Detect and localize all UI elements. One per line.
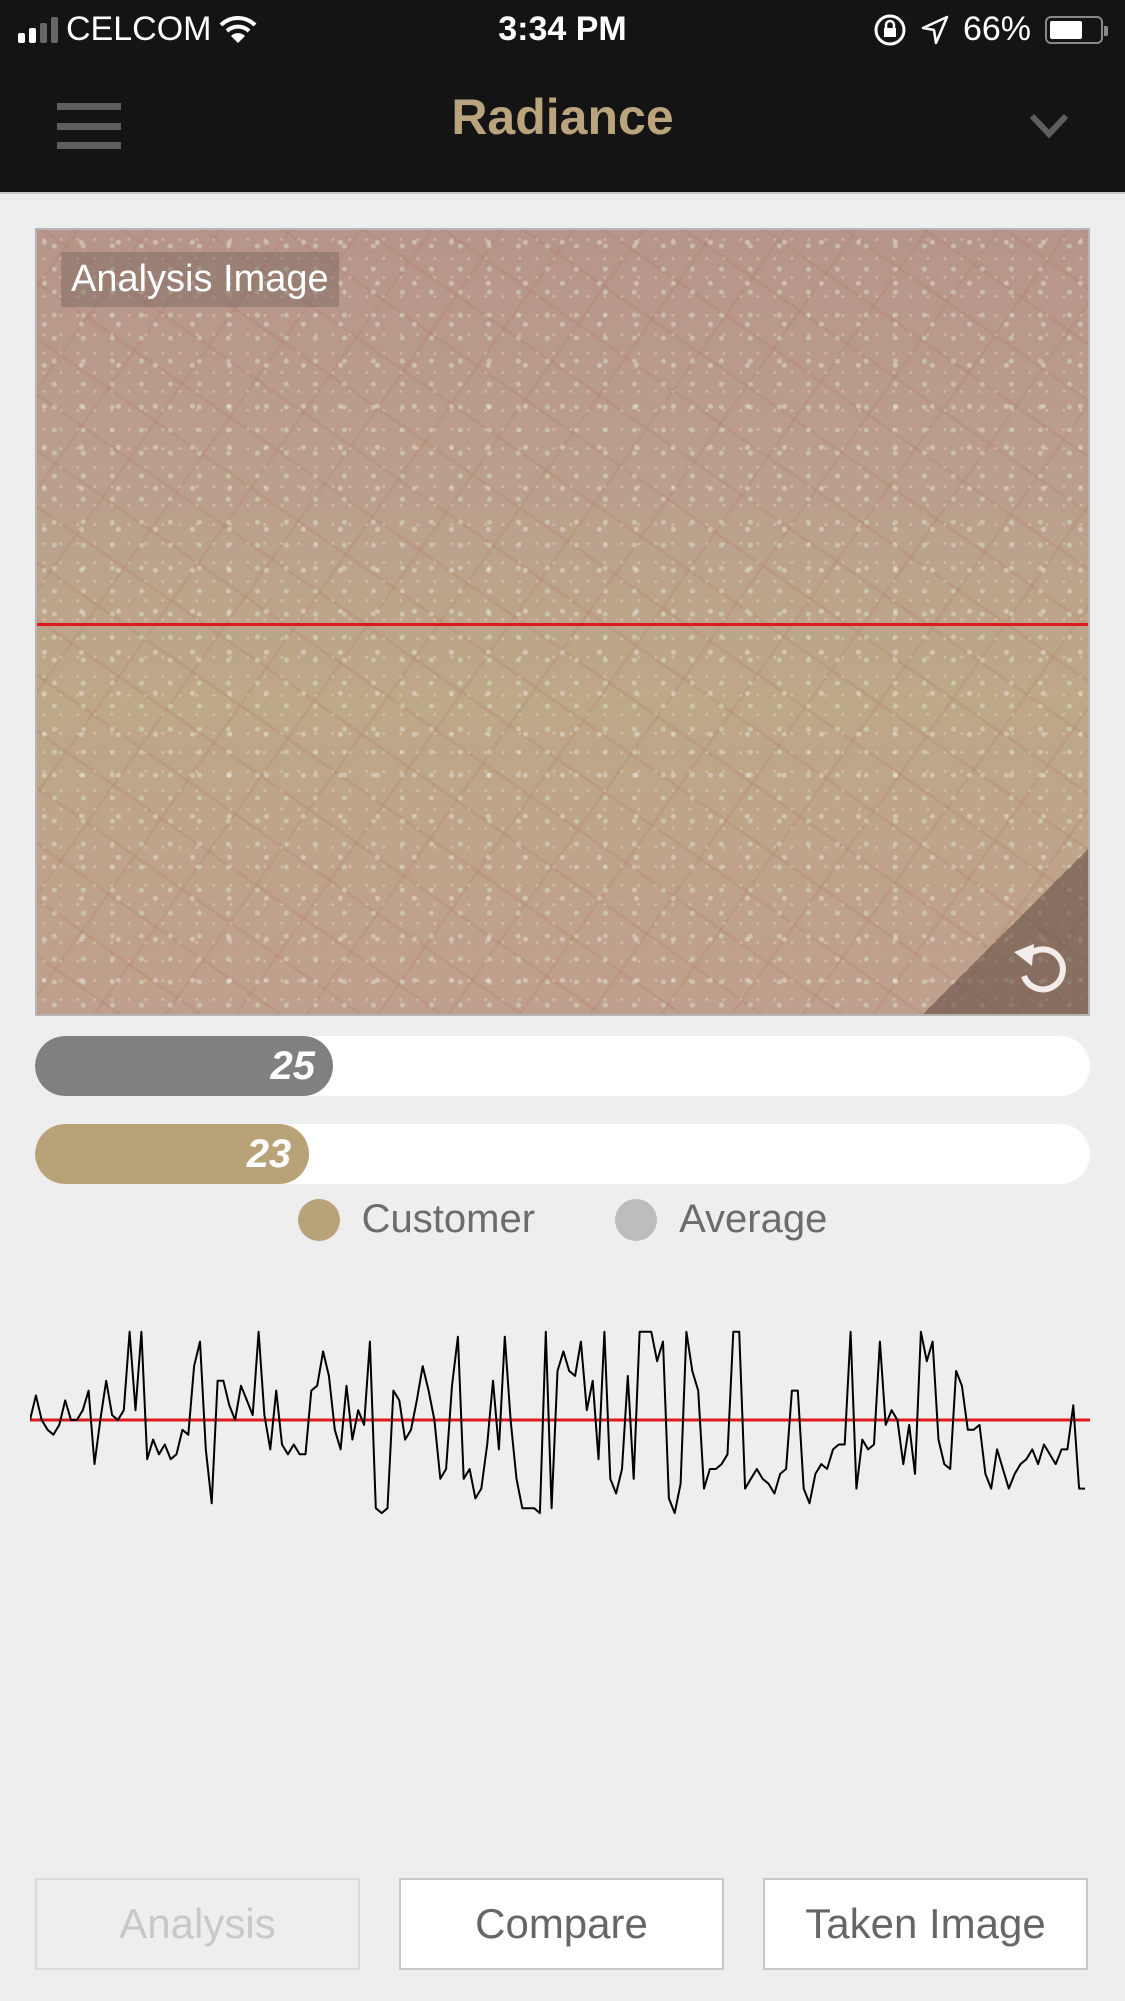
average-score-value: 25: [270, 1044, 316, 1088]
average-score-bar: 25: [35, 1036, 1090, 1096]
legend-item-average: Average: [615, 1197, 827, 1242]
analysis-button[interactable]: Analysis: [35, 1878, 360, 1970]
customer-score-value: 23: [246, 1132, 292, 1176]
radiance-profile-chart: [30, 1330, 1090, 1515]
customer-score-fill: 23: [35, 1124, 310, 1184]
compare-button[interactable]: Compare: [399, 1878, 724, 1970]
score-legend: Customer Average: [0, 1197, 1125, 1242]
scan-line: [37, 623, 1088, 626]
profile-series-line: [30, 1330, 1085, 1515]
status-bar: CELCOM 3:34 PM 66%: [0, 0, 1125, 60]
rotate-ccw-icon: [1014, 944, 1066, 993]
analysis-image-label: Analysis Image: [61, 252, 339, 307]
page-title: Radiance: [451, 89, 674, 145]
chevron-down-icon[interactable]: [1029, 110, 1069, 140]
legend-label: Customer: [361, 1197, 536, 1241]
rotate-button[interactable]: [923, 849, 1088, 1014]
nav-bar: Radiance: [0, 60, 1125, 194]
taken-image-button[interactable]: Taken Image: [763, 1878, 1088, 1970]
customer-score-bar: 23: [35, 1124, 1090, 1184]
customer-legend-dot: [297, 1198, 340, 1241]
battery-percent: 66%: [962, 10, 1031, 48]
location-icon: [921, 15, 949, 44]
battery-icon: [1045, 15, 1108, 44]
average-legend-dot: [615, 1198, 658, 1241]
orientation-lock-icon: [874, 14, 906, 45]
legend-label: Average: [679, 1197, 828, 1241]
legend-item-customer: Customer: [297, 1197, 536, 1242]
analysis-image: Analysis Image: [35, 228, 1090, 1016]
average-score-fill: 25: [35, 1036, 334, 1096]
